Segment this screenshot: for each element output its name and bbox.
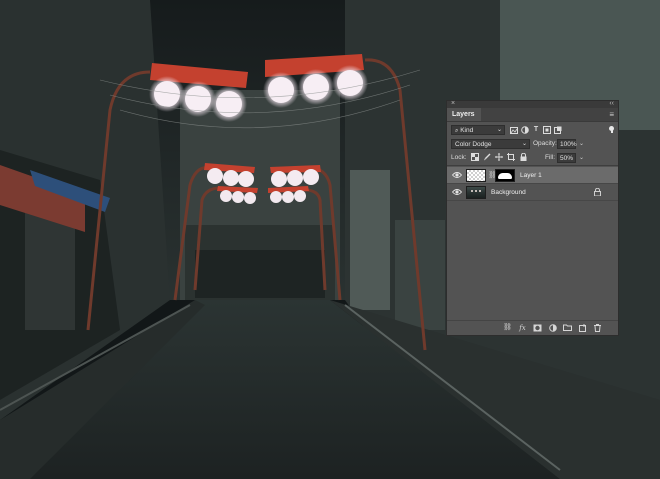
opacity-field[interactable]: 100% xyxy=(557,139,577,149)
fill-value: 50% xyxy=(560,155,574,162)
lock-label: Lock: xyxy=(451,154,467,161)
layers-list: ⛓ Layer 1 Background xyxy=(447,166,618,330)
lock-artboard-icon[interactable] xyxy=(507,152,515,161)
lock-all-icon[interactable] xyxy=(519,152,527,161)
pixel-filter-icon[interactable] xyxy=(510,126,518,134)
fill-field[interactable]: 50% xyxy=(557,153,576,163)
search-icon: ⌕ xyxy=(455,128,459,134)
tab-layers[interactable]: Layers xyxy=(447,108,481,121)
add-mask-icon[interactable] xyxy=(533,323,542,332)
link-layers-icon[interactable]: ⛓ xyxy=(503,323,512,332)
blend-row: Color Dodge ⌄ Opacity: 100% ⌄ xyxy=(447,136,618,150)
layer-thumbnail[interactable] xyxy=(466,186,486,199)
blend-mode-value: Color Dodge xyxy=(455,141,492,148)
lock-move-icon[interactable] xyxy=(495,152,503,161)
layer-name[interactable]: Background xyxy=(491,188,526,197)
fill-label: Fill: xyxy=(545,154,556,161)
layer-name[interactable]: Layer 1 xyxy=(520,171,542,180)
layers-panel: × ‹‹ Layers ≡ ⌕ Kind ⌄ T Color Dodge ⌄ O… xyxy=(446,100,619,336)
visibility-eye-icon[interactable] xyxy=(452,171,462,179)
chevron-down-icon: ⌄ xyxy=(521,141,527,147)
smart-object-filter-icon[interactable] xyxy=(554,126,562,134)
lock-icon xyxy=(594,188,601,196)
adjustment-filter-icon[interactable] xyxy=(521,126,529,134)
fx-icon[interactable]: fx xyxy=(518,323,527,332)
layer-row-layer-1[interactable]: ⛓ Layer 1 xyxy=(447,167,618,184)
shape-filter-icon[interactable] xyxy=(543,126,551,134)
visibility-eye-icon[interactable] xyxy=(452,188,462,196)
tab-layers-label: Layers xyxy=(452,111,475,118)
panel-title-bar: × ‹‹ xyxy=(447,100,618,108)
blend-mode-select[interactable]: Color Dodge ⌄ xyxy=(451,139,530,149)
new-layer-icon[interactable] xyxy=(578,323,587,332)
lock-paint-icon[interactable] xyxy=(483,152,491,161)
layers-bottom-toolbar: ⛓ fx xyxy=(447,320,618,335)
panel-tab-bar: Layers ≡ xyxy=(447,108,618,122)
opacity-value: 100% xyxy=(560,141,577,148)
layer-row-background[interactable]: Background xyxy=(447,184,618,201)
opacity-label: Opacity: xyxy=(533,140,557,147)
lock-transparent-icon[interactable] xyxy=(471,152,479,161)
panel-menu-icon[interactable]: ≡ xyxy=(609,109,614,120)
layer-thumbnail[interactable] xyxy=(466,169,486,182)
lock-row: Lock: Fill: 50% ⌄ xyxy=(447,150,618,164)
double-chevron-icon[interactable]: ‹‹ xyxy=(609,100,614,108)
filter-kind-label: Kind xyxy=(460,127,474,134)
adjustment-layer-icon[interactable] xyxy=(548,323,557,332)
filter-kind-select[interactable]: ⌕ Kind ⌄ xyxy=(451,125,505,135)
new-group-icon[interactable] xyxy=(563,323,572,332)
filter-row: ⌕ Kind ⌄ T xyxy=(447,122,618,136)
filter-toggle-track xyxy=(611,128,613,133)
delete-layer-icon[interactable] xyxy=(593,323,602,332)
close-icon[interactable]: × xyxy=(451,100,455,108)
chevron-down-icon: ⌄ xyxy=(496,127,502,133)
opacity-chevron-icon[interactable]: ⌄ xyxy=(579,139,584,149)
fill-chevron-icon[interactable]: ⌄ xyxy=(579,153,584,163)
layer-mask-thumbnail[interactable] xyxy=(495,169,515,182)
type-filter-icon[interactable]: T xyxy=(532,126,540,134)
